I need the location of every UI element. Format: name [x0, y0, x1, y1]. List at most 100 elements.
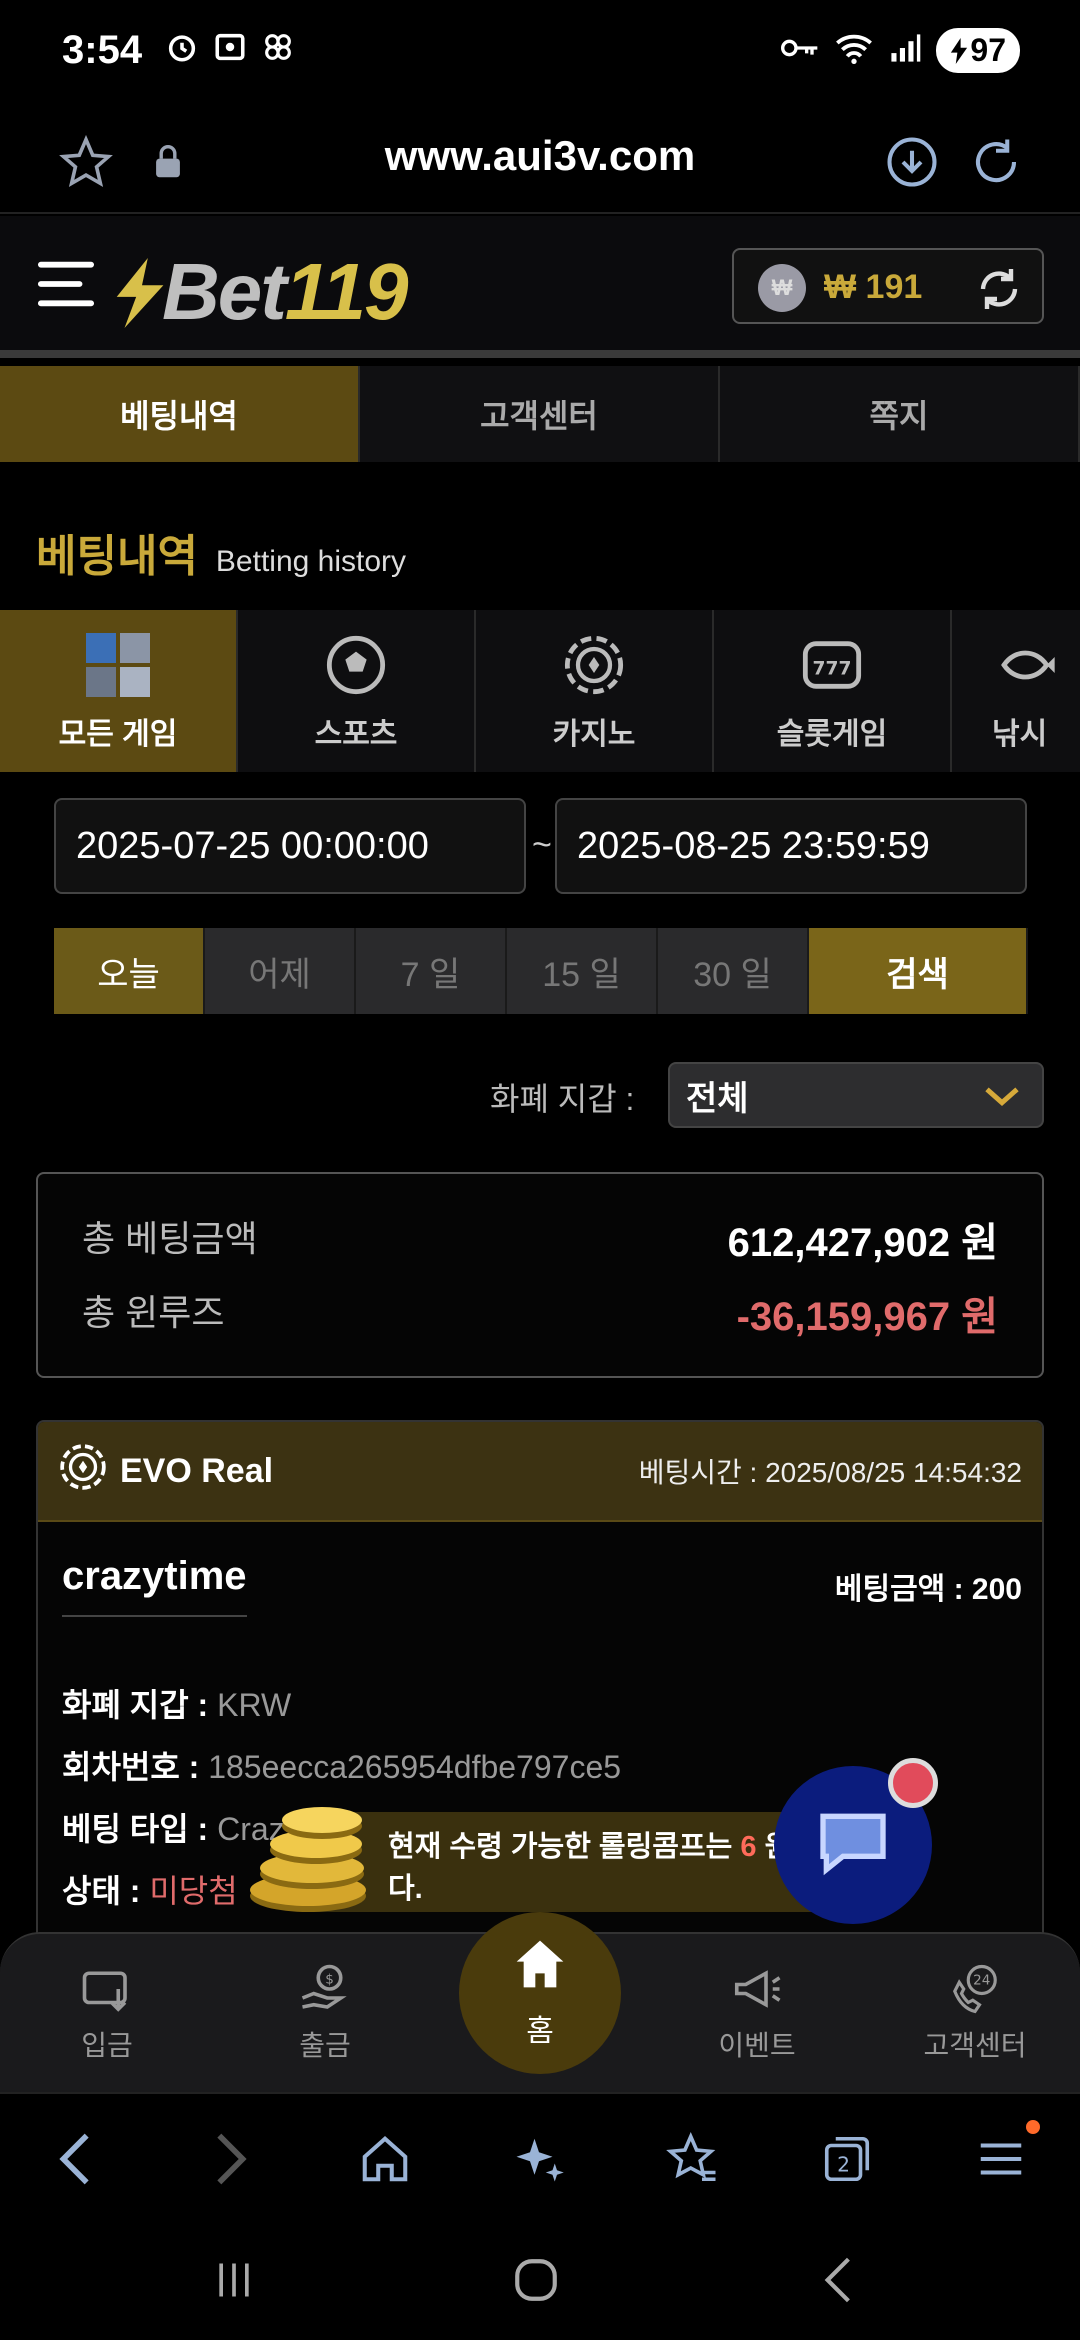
home-icon[interactable]: [350, 2124, 420, 2194]
lightning-logo-icon: [116, 258, 164, 328]
nav-support[interactable]: 24 고객센터: [900, 1954, 1050, 2064]
recent-apps-icon[interactable]: [194, 2250, 274, 2310]
signal-icon: [888, 31, 922, 70]
fish-icon: [992, 629, 1064, 701]
search-button[interactable]: 검색: [809, 928, 1028, 1014]
category-casino[interactable]: 카지노: [476, 610, 714, 772]
filter-today-button[interactable]: 오늘: [54, 928, 205, 1014]
provider-name: EVO Real: [120, 1451, 274, 1490]
svg-text:2: 2: [837, 2152, 850, 2176]
promo-text: 현재 수령 가능한 롤링콤프는 6 원 다.: [388, 1831, 791, 1905]
download-icon[interactable]: [880, 130, 944, 194]
bet-amount: 베팅금액 : 200: [834, 1573, 1022, 1606]
currency-wallet-select[interactable]: 전체: [668, 1062, 1044, 1128]
pinwheel-icon: [261, 30, 295, 69]
cubes-icon: [82, 629, 154, 701]
filter-30days-button[interactable]: 30 일: [658, 928, 809, 1014]
casino-chip-icon: [558, 629, 630, 701]
hamburger-menu-icon[interactable]: [36, 254, 96, 314]
category-label: 모든 게임: [58, 718, 178, 751]
category-label: 낚시: [992, 718, 1048, 751]
sparkle-icon[interactable]: [504, 2124, 574, 2194]
totals-summary: 총 베팅금액 612,427,902 원 총 윈루즈 -36,159,967 원: [36, 1172, 1044, 1378]
chat-bubble-icon: [813, 1803, 893, 1888]
gold-coins-icon: [246, 1800, 376, 1920]
page-title-en: Betting history: [215, 545, 407, 578]
alarm-icon: [165, 30, 199, 69]
date-separator: ~: [532, 826, 552, 864]
soccer-ball-icon: [320, 629, 392, 701]
end-date-input[interactable]: 2025-08-25 23:59:59: [555, 798, 1027, 894]
back-arrow-icon[interactable]: [40, 2124, 110, 2194]
key-icon: [780, 33, 820, 68]
total-bet-label: 총 베팅금액: [82, 1218, 258, 1259]
info-row-status: 상태 : 미당첨: [62, 1873, 238, 1909]
logo-text-bet: Bet: [162, 247, 287, 336]
category-slots[interactable]: 777 슬롯게임: [714, 610, 952, 772]
top-tabs: 베팅내역 고객센터 쪽지: [0, 366, 1080, 462]
forward-arrow-icon[interactable]: [196, 2124, 266, 2194]
refresh-balance-icon[interactable]: [972, 262, 1026, 316]
nav-deposit[interactable]: 입금: [32, 1954, 182, 2064]
bet-time: 베팅시간 : 2025/08/25 14:54:32: [638, 1457, 1022, 1488]
notification-badge: [888, 1758, 938, 1808]
system-back-icon[interactable]: [798, 2250, 878, 2310]
nav-events[interactable]: 이벤트: [682, 1954, 832, 2064]
tab-customer-center[interactable]: 고객센터: [360, 366, 720, 462]
total-winloss-value: -36,159,967 원: [736, 1295, 998, 1339]
reload-icon[interactable]: [964, 130, 1028, 194]
status-bar: 3:54 97: [0, 0, 1080, 110]
category-label: 슬롯게임: [776, 718, 888, 751]
currency-selected-value: 전체: [686, 1079, 749, 1118]
category-sports[interactable]: 스포츠: [238, 610, 476, 772]
menu-icon[interactable]: [966, 2120, 1040, 2194]
battery-indicator: 97: [936, 28, 1020, 73]
date-filter-buttons: 오늘 어제 7 일 15 일 30 일 검색: [54, 928, 1028, 1014]
logo-text-number: 119: [284, 247, 409, 336]
system-navigation-bar: [0, 2212, 1080, 2340]
browser-toolbar: 2: [0, 2092, 1080, 2212]
currency-wallet-label: 화폐 지갑 :: [490, 1081, 635, 1117]
info-row-currency: 화폐 지갑 : KRW: [62, 1687, 292, 1723]
deposit-icon: [32, 1954, 182, 2024]
category-fishing[interactable]: 낚시: [952, 610, 1080, 772]
svg-text:777: 777: [813, 658, 852, 679]
screenshot-icon: [213, 30, 247, 69]
game-name: crazytime: [62, 1554, 247, 1617]
nav-withdraw[interactable]: $ 출금: [250, 1954, 400, 2064]
start-date-input[interactable]: 2025-07-25 00:00:00: [54, 798, 526, 894]
home-circle-icon[interactable]: [496, 2250, 576, 2310]
site-logo[interactable]: Bet119: [110, 246, 409, 338]
wallet-balance[interactable]: ₩ ₩ 191: [732, 248, 1044, 324]
category-label: 스포츠: [314, 718, 398, 751]
notification-dot: [1026, 2120, 1040, 2134]
megaphone-icon: [682, 1954, 832, 2024]
total-winloss-label: 총 윈루즈: [82, 1292, 225, 1333]
nav-home-button[interactable]: 홈: [459, 1912, 621, 2074]
category-all-games[interactable]: 모든 게임: [0, 610, 238, 772]
status-time: 3:54: [62, 28, 143, 72]
page-title-ko: 베팅내역: [36, 532, 198, 581]
filter-15days-button[interactable]: 15 일: [507, 928, 658, 1014]
total-bet-value: 612,427,902 원: [727, 1221, 998, 1265]
chevron-down-icon: [980, 1076, 1024, 1125]
bookmarks-icon[interactable]: [658, 2124, 728, 2194]
info-row-round-id: 회차번호 : 185eecca265954dfbe797ce5: [62, 1749, 622, 1785]
page-title: 베팅내역 Betting history: [36, 520, 406, 584]
slot-machine-icon: 777: [796, 629, 868, 701]
home-label: 홈: [526, 2015, 554, 2048]
casino-chip-icon: [58, 1442, 108, 1501]
tabs-icon[interactable]: 2: [812, 2124, 882, 2194]
rolling-comp-toast[interactable]: 현재 수령 가능한 롤링콤프는 6 원 다.: [300, 1812, 820, 1912]
home-icon: [512, 1936, 568, 2000]
game-category-tabs: 모든 게임 스포츠 카지노 777 슬롯게임 낚시: [0, 610, 1080, 772]
tab-messages[interactable]: 쪽지: [720, 366, 1080, 462]
svg-text:24: 24: [973, 1973, 990, 1989]
phone-24-icon: 24: [900, 1954, 1050, 2024]
browser-url-bar: www.aui3v.com: [0, 110, 1080, 214]
filter-7days-button[interactable]: 7 일: [356, 928, 507, 1014]
won-coin-icon: ₩: [758, 264, 806, 312]
tab-betting-history[interactable]: 베팅내역: [0, 366, 360, 462]
filter-yesterday-button[interactable]: 어제: [205, 928, 356, 1014]
battery-level: 97: [970, 32, 1006, 68]
